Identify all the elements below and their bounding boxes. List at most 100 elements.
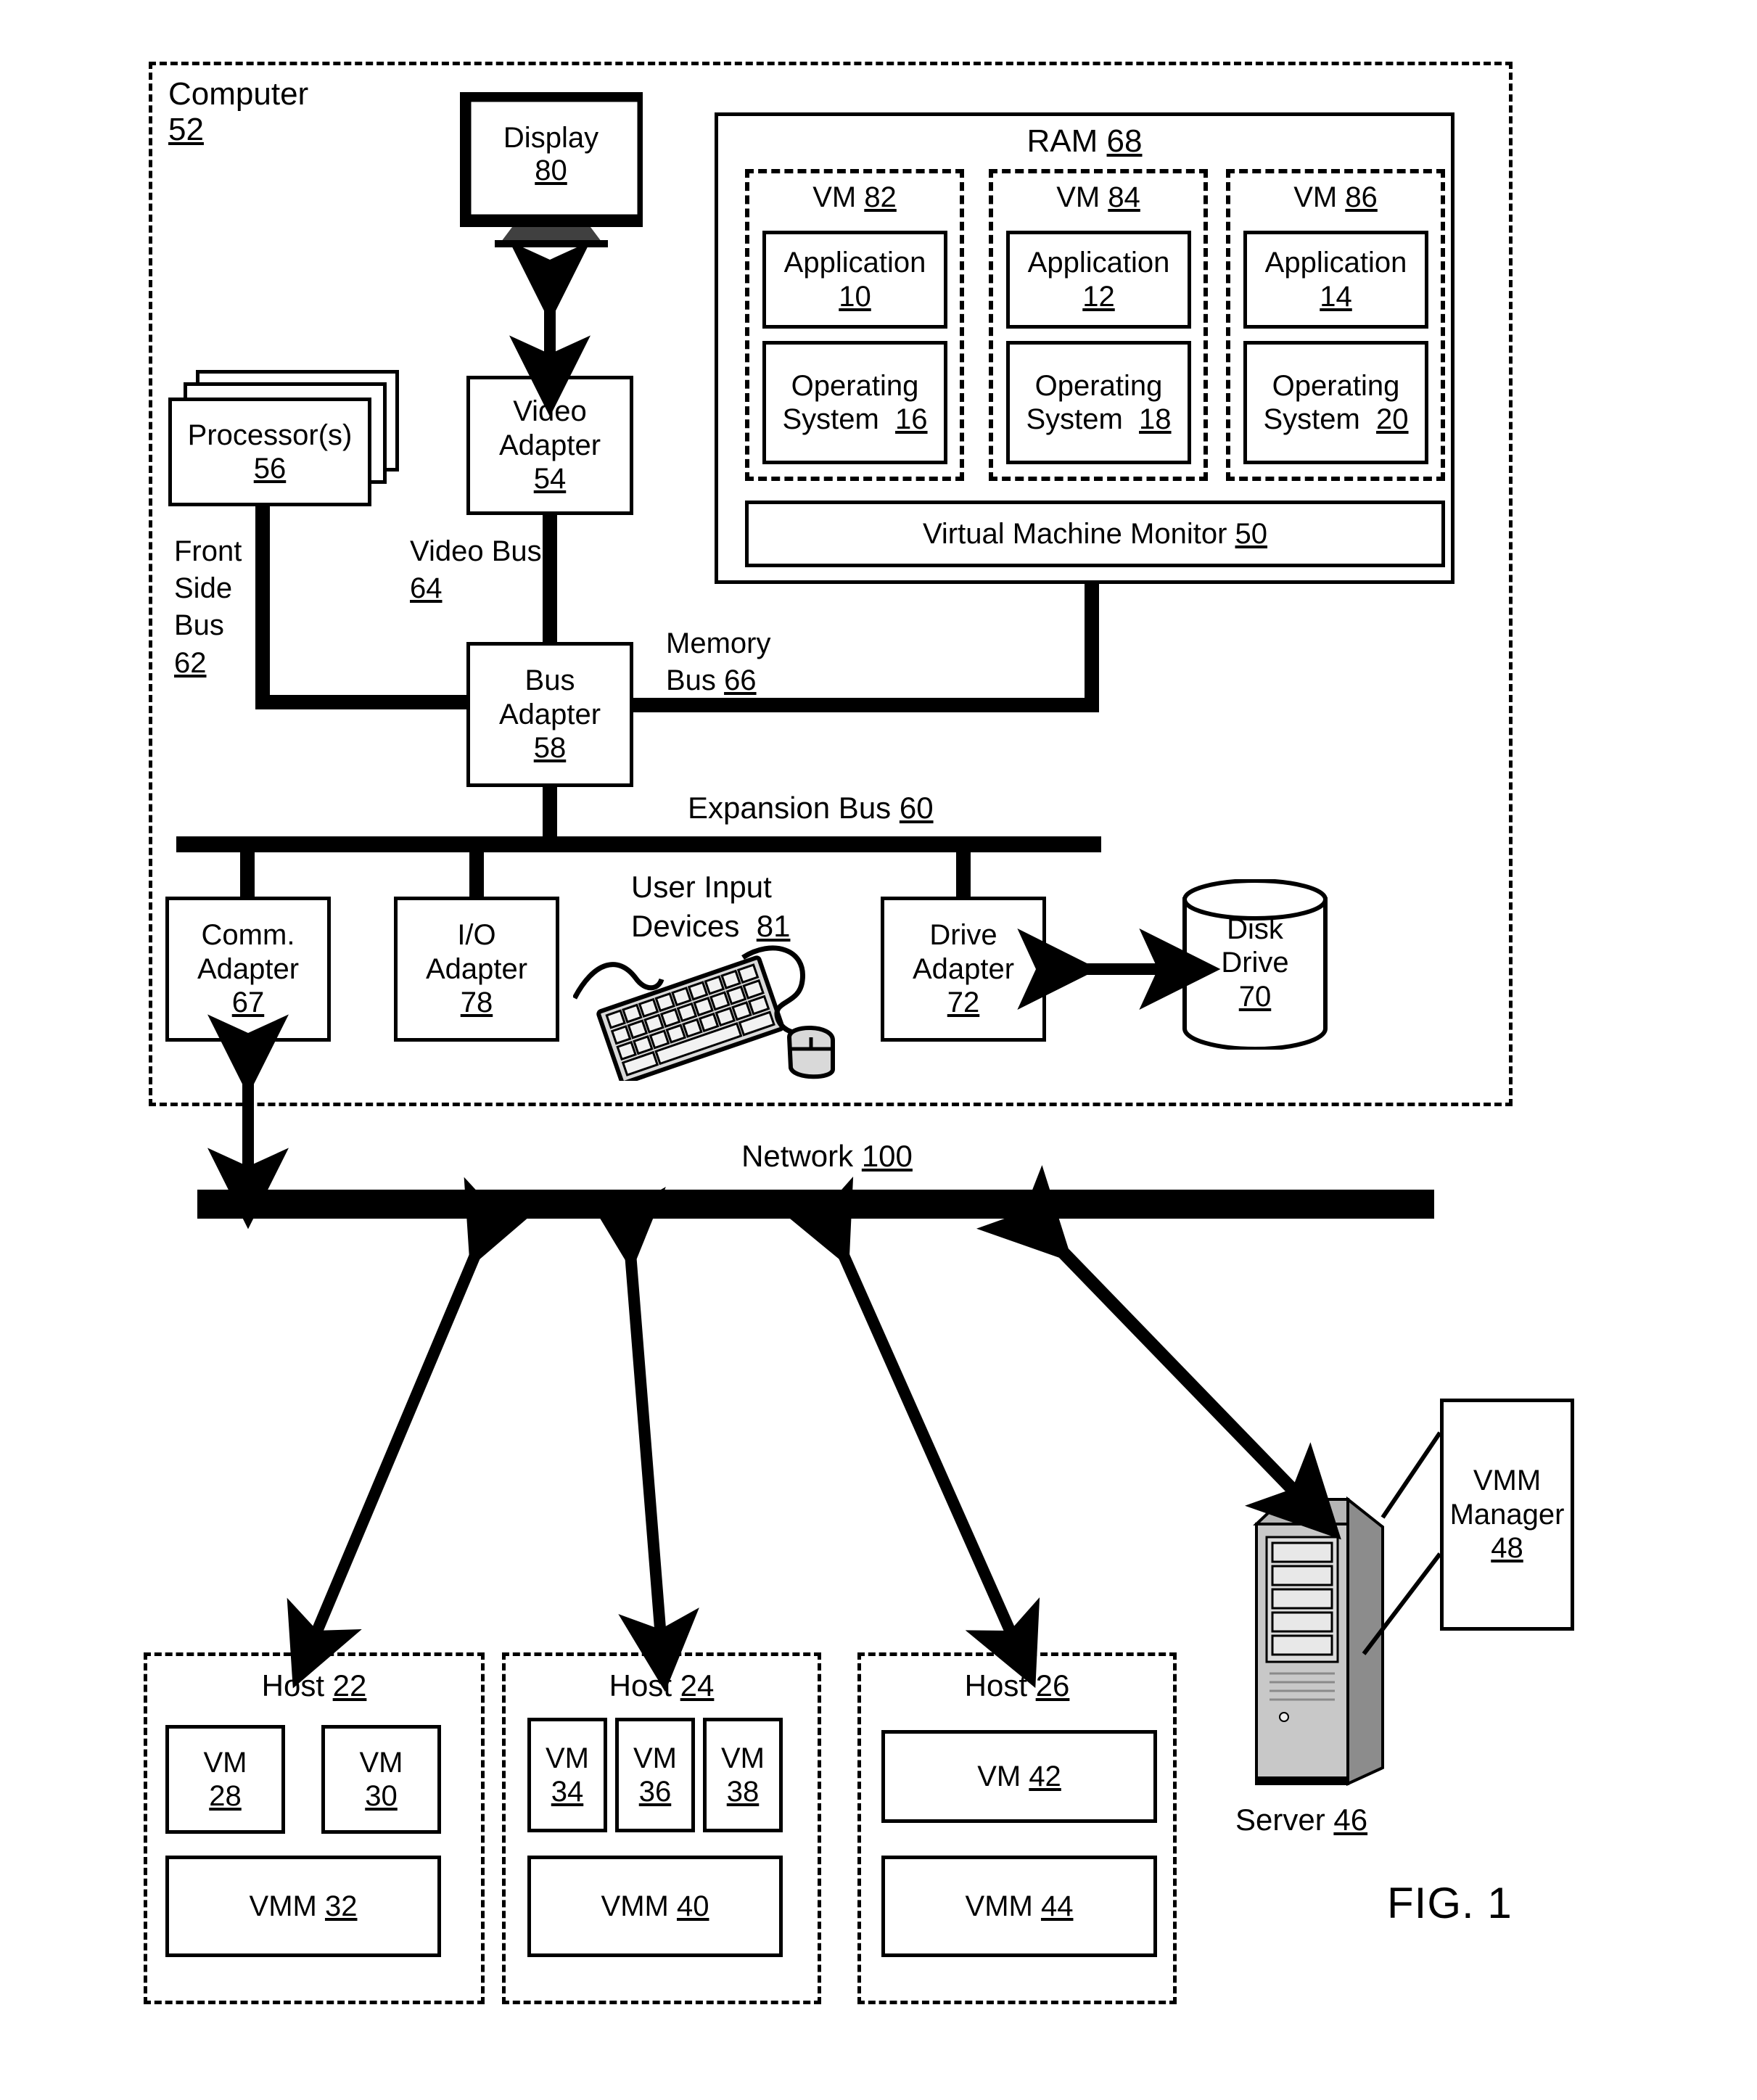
server-tower-icon bbox=[1240, 1483, 1393, 1803]
host-2-vmm-name: VMM bbox=[965, 1890, 1033, 1922]
memory-bus-ref: 66 bbox=[724, 664, 757, 697]
ram-vm-2-label: VM 86 bbox=[1226, 181, 1445, 214]
ram-vm-1-ref: 84 bbox=[1108, 181, 1140, 213]
computer-title: Computer bbox=[168, 76, 309, 112]
host-1-vm-0: VM 34 bbox=[527, 1718, 607, 1832]
server-ref: 46 bbox=[1333, 1803, 1368, 1837]
ram-vm-2-os: Operating System 20 bbox=[1243, 341, 1428, 464]
ram-vmm-title: Virtual Machine Monitor bbox=[922, 517, 1227, 550]
ram-vm-1-os: Operating System 18 bbox=[1006, 341, 1191, 464]
host-0-vmm-ref: 32 bbox=[324, 1890, 358, 1922]
ram-vm-0-name: VM bbox=[812, 181, 857, 213]
host-2-vm-0-ref: 42 bbox=[1029, 1760, 1061, 1792]
user-input-devices-label: User Input Devices 81 bbox=[631, 868, 790, 946]
ram-vm-1-label: VM 84 bbox=[989, 181, 1208, 214]
memory-bus-line-horizontal bbox=[631, 698, 1099, 712]
host-1-vm-0-ref: 34 bbox=[551, 1776, 584, 1808]
network-server-arrow bbox=[976, 1165, 1341, 1540]
host-1-label: Host 24 bbox=[502, 1668, 821, 1702]
ram-label: RAM 68 bbox=[715, 123, 1454, 159]
io-adapter-ref: 78 bbox=[460, 987, 493, 1019]
host-0-vm-1: VM 30 bbox=[321, 1725, 441, 1834]
expansion-drop-io bbox=[469, 850, 484, 898]
bus-adapter-ref: 58 bbox=[533, 732, 567, 765]
comm-adapter-box: Comm. Adapter 67 bbox=[165, 897, 331, 1042]
host-1-vm-2: VM 38 bbox=[703, 1718, 783, 1832]
comm-adapter-title: Comm. bbox=[201, 919, 295, 952]
drive-adapter-title: Drive bbox=[929, 919, 997, 952]
ram-ref: 68 bbox=[1106, 123, 1143, 159]
host-1-vmm-ref: 40 bbox=[676, 1890, 709, 1922]
ram-vm-2-app-ref: 14 bbox=[1320, 280, 1352, 313]
ram-vm-2-application: Application 14 bbox=[1243, 231, 1428, 329]
ram-vm-0-os: Operating System 16 bbox=[762, 341, 947, 464]
video-adapter-title: Video bbox=[513, 395, 587, 428]
figure-label: FIG. 1 bbox=[1387, 1879, 1513, 1927]
ram-vmm-box: Virtual Machine Monitor 50 bbox=[745, 501, 1445, 567]
memory-bus-label: Memory Bus 66 bbox=[666, 625, 770, 699]
host-1-ref: 24 bbox=[680, 1668, 715, 1702]
bus-adapter-box: Bus Adapter 58 bbox=[466, 642, 633, 787]
host-1-vm-2-ref: 38 bbox=[726, 1776, 760, 1808]
expansion-bus-ref: 60 bbox=[899, 791, 934, 825]
vmm-manager-l1: VMM bbox=[1473, 1465, 1542, 1497]
ram-vm-0-ref: 82 bbox=[864, 181, 897, 213]
network-title: Network bbox=[741, 1139, 854, 1173]
mouse-icon bbox=[740, 943, 856, 1081]
expansion-bus-drop bbox=[543, 787, 557, 841]
host-0-vm-0-ref: 28 bbox=[209, 1780, 242, 1812]
ram-vm-2-os-l2: System bbox=[1263, 403, 1360, 435]
front-side-bus-label: Front Side Bus 62 bbox=[174, 533, 242, 682]
host-2-vmm: VMM 44 bbox=[881, 1856, 1157, 1957]
bus-adapter-title2: Adapter bbox=[498, 698, 601, 730]
computer-ref: 52 bbox=[168, 112, 204, 148]
ram-vm-0-os-ref: 16 bbox=[895, 403, 928, 435]
network-host-1-arrow bbox=[585, 1187, 699, 1692]
host-2-title: Host bbox=[964, 1668, 1027, 1702]
vmm-manager-ref: 48 bbox=[1491, 1532, 1523, 1565]
front-side-bus-line-horizontal bbox=[255, 695, 469, 709]
vmm-manager-box: VMM Manager 48 bbox=[1440, 1399, 1574, 1631]
bus-adapter-title: Bus bbox=[524, 664, 575, 697]
network-host-0-arrow bbox=[287, 1177, 539, 1689]
host-0-title: Host bbox=[261, 1668, 324, 1702]
ram-vm-1-application: Application 12 bbox=[1006, 231, 1191, 329]
video-adapter-ref: 54 bbox=[533, 463, 567, 495]
front-side-bus-l1: Front bbox=[174, 535, 242, 567]
vmm-manager-l2: Manager bbox=[1449, 1498, 1565, 1531]
video-bus-ref: 64 bbox=[410, 572, 443, 605]
host-0-vmm: VMM 32 bbox=[165, 1856, 441, 1957]
memory-bus-line-vertical bbox=[1085, 582, 1099, 709]
expansion-bus-l1: Expansion Bus bbox=[688, 791, 892, 825]
ram-vm-2-app-title: Application bbox=[1264, 247, 1407, 279]
front-side-bus-line-vertical bbox=[255, 506, 270, 709]
host-1-vmm-name: VMM bbox=[601, 1890, 669, 1922]
host-1-vm-0-name: VM bbox=[546, 1742, 589, 1774]
host-1-vm-1-ref: 36 bbox=[638, 1776, 672, 1808]
host-0-vm-1-ref: 30 bbox=[365, 1780, 398, 1812]
host-0-vmm-name: VMM bbox=[249, 1890, 317, 1922]
disk-drive-ref: 70 bbox=[1238, 980, 1272, 1013]
ram-vm-1-name: VM bbox=[1056, 181, 1100, 213]
ram-vm-1-os-l2: System bbox=[1026, 403, 1123, 435]
ram-vm-2-ref: 86 bbox=[1345, 181, 1378, 213]
host-0-vm-0-name: VM bbox=[203, 1746, 247, 1779]
host-0-vm-1-name: VM bbox=[359, 1746, 403, 1779]
disk-drive-label: Disk Drive 70 bbox=[1179, 913, 1331, 1013]
host-2-vm-0-name: VM bbox=[977, 1760, 1021, 1792]
host-1-vm-1-name: VM bbox=[633, 1742, 677, 1774]
comm-adapter-title2: Adapter bbox=[197, 952, 300, 985]
display-title: Display bbox=[503, 122, 599, 154]
host-2-ref: 26 bbox=[1035, 1668, 1070, 1702]
disk-drive-title2: Drive bbox=[1221, 947, 1289, 979]
io-adapter-title: I/O bbox=[457, 919, 496, 952]
disk-drive-title: Disk bbox=[1227, 913, 1283, 945]
memory-bus-l1: Memory bbox=[666, 627, 771, 659]
video-bus-l1: Video Bus bbox=[410, 535, 542, 567]
host-2-label: Host 26 bbox=[857, 1668, 1177, 1702]
processor-box: Processor(s) 56 bbox=[168, 398, 371, 506]
video-adapter-box: Video Adapter 54 bbox=[466, 376, 633, 515]
expansion-drop-drive bbox=[956, 850, 971, 898]
ram-vm-0-app-ref: 10 bbox=[839, 280, 871, 313]
front-side-bus-l3: Bus bbox=[174, 609, 224, 642]
